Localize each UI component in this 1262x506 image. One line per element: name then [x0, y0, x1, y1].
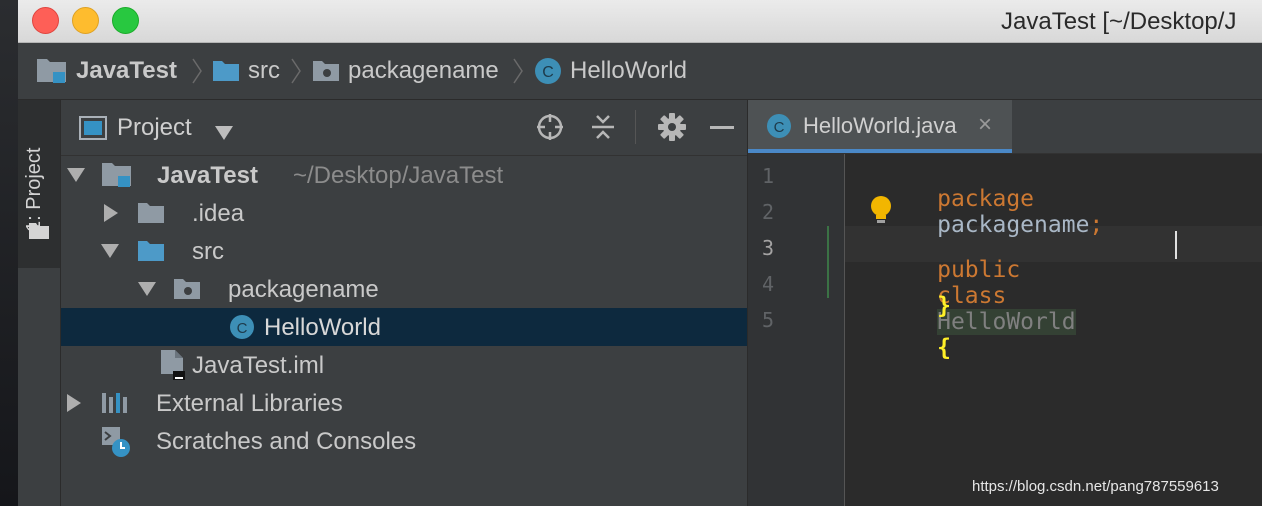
ide-window: JavaTest [~/Desktop/J JavaTest src packa… [18, 0, 1262, 506]
libraries-icon [102, 393, 127, 413]
svg-text:C: C [542, 64, 554, 81]
project-panel: Project JavaTest ~/Desktop/JavaTest .ide… [61, 100, 748, 506]
line-number: 2 [761, 200, 774, 224]
svg-text:C: C [237, 320, 248, 337]
line-number-gutter: 1 2 3 4 5 [748, 154, 845, 506]
title-bar: JavaTest [~/Desktop/J [18, 0, 1262, 43]
chevron-down-icon[interactable] [215, 126, 233, 140]
svg-text:C: C [774, 119, 785, 136]
project-folder-icon [102, 163, 131, 187]
close-window-button[interactable] [32, 7, 59, 34]
tree-label: External Libraries [156, 390, 343, 417]
tree-node-helloworld[interactable]: C HelloWorld [61, 308, 747, 346]
tree-node-javatest[interactable]: JavaTest ~/Desktop/JavaTest [61, 156, 747, 194]
tree-label: packagename [228, 276, 379, 303]
minimize-window-button[interactable] [72, 7, 99, 34]
tree-node-idea[interactable]: .idea [61, 194, 747, 232]
project-view-icon [79, 116, 107, 140]
project-tool-button[interactable]: 1: Project [18, 100, 60, 268]
watermark-text: https://blog.csdn.net/pang787559613 [972, 478, 1219, 495]
project-view-selector[interactable]: Project [117, 114, 192, 142]
expand-arrow-icon[interactable] [67, 168, 85, 182]
expand-arrow-icon[interactable] [67, 394, 81, 412]
expand-arrow-icon[interactable] [104, 204, 118, 222]
package-icon [313, 61, 339, 81]
lightbulb-icon[interactable] [869, 195, 893, 225]
tree-node-packagename[interactable]: packagename [61, 270, 747, 308]
breadcrumb-label: packagename [348, 57, 499, 84]
tree-label: .idea [192, 200, 245, 227]
project-panel-header: Project [61, 100, 747, 156]
breadcrumb-item-helloworld[interactable]: C HelloWorld [534, 57, 687, 85]
gear-icon[interactable] [657, 112, 687, 142]
tree-label: Scratches and Consoles [156, 428, 417, 455]
breadcrumb-item-src[interactable]: src [212, 57, 280, 85]
folder-icon [213, 61, 239, 81]
vcs-change-marker [827, 226, 829, 298]
editor-area: C HelloWorld.java × 1 2 3 4 5 package pa… [748, 100, 1262, 506]
tab-label: HelloWorld.java [803, 113, 957, 138]
tree-node-external-libraries[interactable]: External Libraries [61, 384, 747, 422]
tree-label: HelloWorld [264, 314, 381, 341]
tree-path: ~/Desktop/JavaTest [293, 162, 504, 189]
close-icon[interactable]: × [978, 111, 992, 139]
breadcrumb-item-project[interactable]: JavaTest [36, 57, 177, 85]
class-icon: C [535, 58, 561, 84]
expand-arrow-icon[interactable] [138, 282, 156, 296]
folder-icon [29, 223, 49, 239]
package-icon [174, 279, 200, 299]
scratches-icon [102, 427, 130, 457]
chevron-right-icon [192, 58, 202, 84]
project-folder-icon [37, 59, 66, 83]
tree-label: JavaTest [157, 162, 258, 189]
tree-node-src[interactable]: src [61, 232, 747, 270]
tree-node-scratches[interactable]: Scratches and Consoles [61, 422, 747, 460]
code-brace: } [937, 293, 951, 319]
code-line-4[interactable]: } [854, 267, 951, 345]
tree-label: JavaTest.iml [192, 352, 325, 379]
breadcrumb-label: HelloWorld [570, 57, 687, 84]
breadcrumb: JavaTest src packagename C HelloWorld [18, 43, 1262, 100]
breadcrumb-item-packagename[interactable]: packagename [312, 57, 499, 85]
line-number: 4 [761, 272, 774, 296]
desktop-background [0, 0, 18, 506]
chevron-right-icon [513, 58, 523, 84]
chevron-right-icon [291, 58, 301, 84]
folder-icon [138, 203, 164, 223]
source-folder-icon [138, 241, 164, 261]
hide-icon[interactable] [710, 126, 734, 129]
expand-arrow-icon[interactable] [101, 244, 119, 258]
tool-window-stripe: 1: Project [18, 100, 61, 506]
toolbar-divider [635, 110, 636, 144]
collapse-all-icon[interactable] [590, 112, 616, 142]
class-icon: C [767, 114, 791, 138]
code-class-name: HelloWorld [937, 309, 1076, 335]
editor-tab-bar: C HelloWorld.java × [748, 100, 1262, 154]
breadcrumb-label: src [248, 57, 280, 84]
tree-label: src [192, 238, 224, 265]
tree-node-javatest-iml[interactable]: JavaTest.iml [61, 346, 747, 384]
breadcrumb-label: JavaTest [76, 57, 177, 84]
iml-file-icon [161, 350, 185, 380]
text-caret [1175, 231, 1177, 259]
code-keyword: package [937, 186, 1035, 212]
line-number: 1 [761, 164, 774, 188]
locate-icon[interactable] [535, 112, 565, 142]
class-icon: C [230, 315, 254, 339]
zoom-window-button[interactable] [112, 7, 139, 34]
project-tool-label: 1: Project [23, 147, 45, 232]
editor-tab-helloworld[interactable]: C HelloWorld.java × [748, 100, 1012, 153]
line-number: 5 [761, 308, 774, 332]
code-punctuation: ; [1089, 212, 1104, 238]
window-title: JavaTest [~/Desktop/J [1001, 8, 1237, 35]
line-number: 3 [761, 236, 774, 260]
